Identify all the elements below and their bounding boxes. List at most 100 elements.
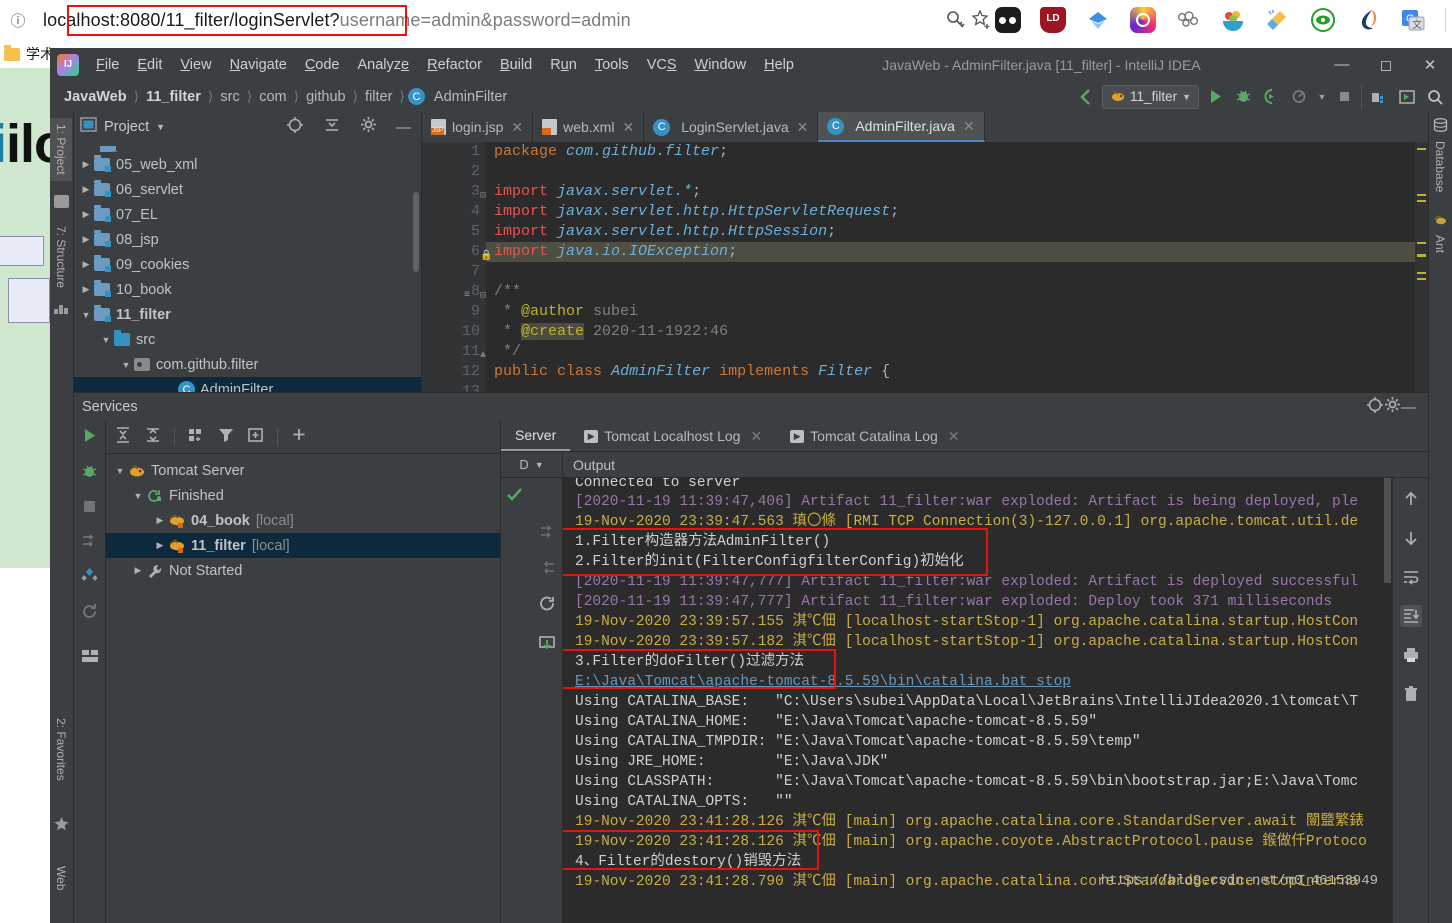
close-icon[interactable]: ✕ bbox=[511, 119, 523, 136]
hide-panel-icon[interactable]: — bbox=[396, 119, 411, 136]
broom-icon[interactable] bbox=[1265, 7, 1291, 33]
page-input-2[interactable] bbox=[8, 278, 50, 323]
tree-item-adminfilter[interactable]: C AdminFilter bbox=[74, 377, 421, 392]
tree-item-10-book[interactable]: ▶ 10_book bbox=[74, 277, 421, 302]
tab-server[interactable]: Server bbox=[501, 421, 571, 451]
search-everywhere-icon[interactable] bbox=[1423, 85, 1446, 108]
green-circle-icon[interactable] bbox=[1310, 7, 1336, 33]
info-circle-icon[interactable]: ⓘ bbox=[5, 7, 31, 33]
locate-icon[interactable] bbox=[1366, 396, 1384, 419]
collapse-all-icon[interactable] bbox=[323, 116, 341, 139]
tool-window-favorites[interactable]: 2: Favorites bbox=[50, 712, 72, 787]
fold-marker-icon[interactable]: ⊟ bbox=[480, 190, 486, 202]
group-icon[interactable] bbox=[187, 426, 205, 449]
close-icon[interactable]: ✕ bbox=[963, 118, 975, 135]
filter-icon[interactable] bbox=[81, 567, 98, 589]
google-translate-icon[interactable]: G文 bbox=[1400, 7, 1426, 33]
chevron-down-icon[interactable]: ▼ bbox=[156, 122, 165, 132]
services-item-not-started[interactable]: ▶ Not Started bbox=[106, 558, 500, 583]
run-icon[interactable] bbox=[1204, 85, 1227, 108]
tree-item-05-web-xml[interactable]: ▶ 05_web_xml bbox=[74, 152, 421, 177]
menu-analyze[interactable]: Analyze bbox=[349, 54, 419, 76]
tree-item-08-jsp[interactable]: ▶ 08_jsp bbox=[74, 227, 421, 252]
menu-build[interactable]: Build bbox=[491, 54, 541, 76]
fold-marker-icon[interactable]: ⊟ bbox=[480, 290, 486, 302]
eyes-extension-icon[interactable] bbox=[995, 7, 1021, 33]
stop-icon[interactable] bbox=[1333, 85, 1356, 108]
print-icon[interactable] bbox=[1400, 644, 1422, 666]
close-button[interactable]: ✕ bbox=[1408, 50, 1452, 80]
menu-refactor[interactable]: Refactor bbox=[418, 54, 491, 76]
minimize-button[interactable]: — bbox=[1320, 50, 1364, 80]
console-line-10[interactable]: E:\Java\Tomcat\apache-tomcat-8.5.59\bin\… bbox=[575, 672, 1392, 692]
layout-icon[interactable] bbox=[81, 649, 99, 668]
maximize-button[interactable]: ◻ bbox=[1364, 50, 1408, 80]
close-icon[interactable]: ✕ bbox=[948, 428, 960, 445]
services-item-tomcat-server[interactable]: ▼ Tomcat Server bbox=[106, 458, 500, 483]
expand-arrow-icon[interactable]: ▶ bbox=[78, 284, 94, 295]
breadcrumb-filter[interactable]: filter bbox=[361, 89, 396, 105]
tree-item-09-cookies[interactable]: ▶ 09_cookies bbox=[74, 252, 421, 277]
tree-item-package[interactable]: ▼ com.github.filter bbox=[74, 352, 421, 377]
step-over-icon[interactable] bbox=[539, 524, 556, 544]
database-icon[interactable] bbox=[1433, 118, 1448, 135]
menu-window[interactable]: Window bbox=[686, 54, 756, 76]
debug-selector[interactable]: D ▼ bbox=[501, 452, 562, 478]
tab-login-jsp[interactable]: login.jsp ✕ bbox=[422, 112, 534, 142]
expand-arrow-icon[interactable]: ▶ bbox=[78, 159, 94, 170]
chain-links-icon[interactable] bbox=[1175, 7, 1201, 33]
blue-diamond-icon[interactable] bbox=[1085, 7, 1111, 33]
code-content[interactable]: package com.github.filter; import javax.… bbox=[464, 142, 1428, 392]
menu-navigate[interactable]: Navigate bbox=[221, 54, 296, 76]
rerun-failed-icon[interactable] bbox=[81, 533, 98, 553]
expand-arrow-icon[interactable]: ▶ bbox=[152, 515, 168, 526]
services-item-04-book[interactable]: ▶ 04_book [local] bbox=[106, 508, 500, 533]
settings-gear-icon[interactable] bbox=[360, 116, 377, 138]
tool-window-database[interactable]: Database bbox=[1429, 136, 1451, 197]
debug-icon[interactable] bbox=[81, 463, 98, 485]
chevron-down-icon[interactable]: ▼ bbox=[1316, 85, 1328, 108]
error-stripe-marker-column[interactable] bbox=[1415, 142, 1428, 392]
code-editor[interactable]: 1 2 3 4 5 6 7 8 9 10 11 12 13 package co… bbox=[422, 142, 1428, 392]
add-frame-icon[interactable] bbox=[247, 426, 265, 449]
tab-tomcat-catalina-log[interactable]: ▶ Tomcat Catalina Log ✕ bbox=[776, 421, 973, 451]
tree-item-src[interactable]: ▼ src bbox=[74, 327, 421, 352]
menu-vcs[interactable]: VCS bbox=[638, 54, 686, 76]
breadcrumb-javaweb[interactable]: JavaWeb bbox=[60, 89, 131, 105]
tab-adminfilter-java[interactable]: C AdminFilter.java ✕ bbox=[818, 112, 985, 142]
tab-web-xml[interactable]: web.xml ✕ bbox=[533, 112, 645, 142]
address-bar[interactable]: localhost:8080/11_filter/loginServlet?us… bbox=[37, 3, 937, 37]
expand-arrow-icon[interactable]: ▶ bbox=[78, 259, 94, 270]
close-icon[interactable]: ✕ bbox=[622, 119, 634, 136]
star-add-icon[interactable] bbox=[969, 7, 995, 33]
menu-view[interactable]: View bbox=[171, 54, 220, 76]
expand-arrow-icon[interactable]: ▶ bbox=[152, 540, 168, 551]
breadcrumb-github[interactable]: github bbox=[302, 89, 350, 105]
menu-code[interactable]: Code bbox=[296, 54, 349, 76]
expand-arrow-icon[interactable]: ▶ bbox=[78, 234, 94, 245]
tree-item-07-el[interactable]: ▶ 07_EL bbox=[74, 202, 421, 227]
tree-scrollbar[interactable] bbox=[413, 192, 419, 272]
tool-window-project[interactable]: 1: Project bbox=[50, 118, 72, 181]
locate-icon[interactable] bbox=[286, 116, 304, 139]
settings-gear-icon[interactable] bbox=[1384, 396, 1401, 418]
services-tree[interactable]: ▼ Tomcat Server ▼ Finished ▶ 04_book [lo… bbox=[106, 454, 500, 923]
debug-icon[interactable] bbox=[1232, 85, 1255, 108]
lastpass-shield-icon[interactable]: LD bbox=[1040, 7, 1066, 33]
project-structure-icon[interactable] bbox=[1367, 85, 1390, 108]
tool-window-web[interactable]: Web bbox=[50, 860, 72, 896]
collapse-arrow-icon[interactable]: ▼ bbox=[98, 335, 114, 345]
run-icon[interactable] bbox=[81, 427, 98, 449]
expand-arrow-icon[interactable]: ▶ bbox=[78, 184, 94, 195]
collapse-arrow-icon[interactable]: ▼ bbox=[118, 360, 134, 370]
breadcrumb-src[interactable]: src bbox=[216, 89, 243, 105]
menu-run[interactable]: Run bbox=[541, 54, 586, 76]
tool-window-structure[interactable]: 7: Structure bbox=[50, 220, 72, 294]
run-configuration-selector[interactable]: 11_filter ▼ bbox=[1102, 84, 1199, 109]
filter-icon[interactable] bbox=[217, 426, 235, 449]
trash-icon[interactable] bbox=[1400, 683, 1422, 705]
search-key-icon[interactable] bbox=[943, 7, 969, 33]
fruit-bowl-icon[interactable] bbox=[1220, 7, 1246, 33]
console-output[interactable]: Connected to server [2020-11-19 11:39:47… bbox=[563, 478, 1392, 923]
restart-icon[interactable] bbox=[538, 596, 556, 619]
